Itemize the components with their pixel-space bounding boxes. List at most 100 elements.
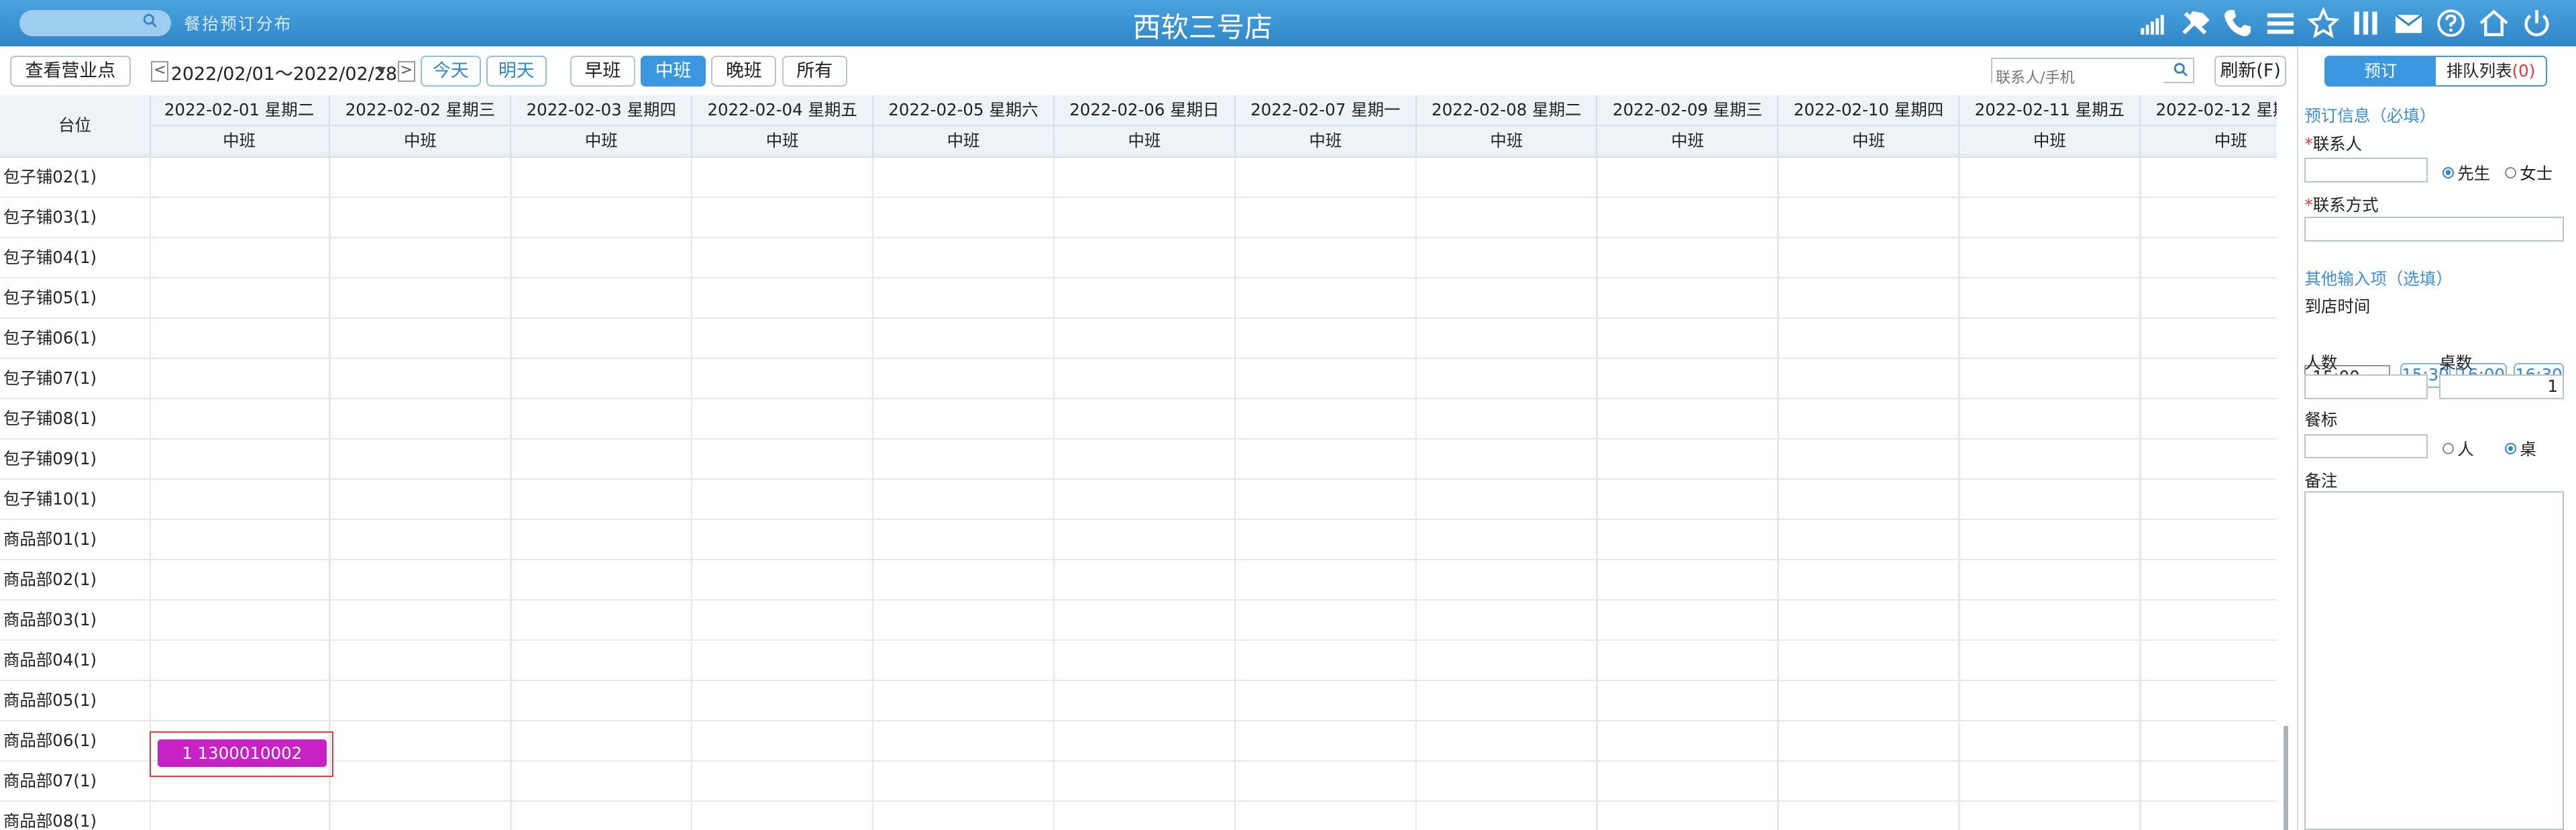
home-icon[interactable] [2477,7,2510,40]
shift-midday-button[interactable]: 中班 [641,56,706,87]
refresh-button[interactable]: 刷新(F) [2214,56,2287,87]
meal-standard-input[interactable] [2304,433,2428,459]
table-label: 包子铺08(1) [3,408,97,428]
tables-input[interactable]: 1 [2439,374,2565,400]
table-label: 包子铺03(1) [3,207,97,227]
table-row[interactable]: 包子铺04(1) [0,238,2277,278]
per-table-radio[interactable]: 桌 [2505,437,2536,460]
contact-method-input[interactable] [2304,217,2565,242]
table-label: 包子铺10(1) [3,488,97,509]
table-label: 商品部05(1) [3,690,97,710]
table-row[interactable]: 包子铺10(1) [0,480,2277,520]
star-icon[interactable] [2306,6,2340,40]
booking-panel: 预订 排队列表(0) 预订信息（必填） *联系人 先生 女士 *联系方式 其他输… [2296,46,2576,830]
next-range-button[interactable]: > [397,60,415,82]
contact-search-field[interactable] [1991,57,2194,89]
per-table-label: 桌 [2520,439,2536,460]
view-points-button[interactable]: 查看营业点 [9,56,131,87]
grid-scrollbar[interactable] [2280,95,2297,830]
table-row[interactable]: 商品部02(1) [0,560,2277,601]
tables-label: 桌数 [2439,352,2473,372]
per-person-radio[interactable]: 人 [2443,437,2474,460]
people-input[interactable] [2304,374,2428,400]
phone-icon[interactable] [2221,7,2254,40]
today-button[interactable]: 今天 [420,56,481,87]
title-mr-label: 先生 [2457,163,2491,183]
remark-label: 备注 [2304,470,2338,490]
grid-line [1415,158,1417,830]
table-row[interactable]: 包子铺08(1) [0,399,2277,439]
arrival-time-label: 到店时间 [2304,297,2371,317]
table-row[interactable]: 商品部01(1) [0,520,2277,560]
grid-line [1053,158,1055,830]
radio-dot [2505,166,2517,179]
remark-textarea[interactable] [2304,491,2565,830]
table-label: 商品部02(1) [3,569,97,589]
table-label: 商品部06(1) [3,730,97,750]
per-person-label: 人 [2457,439,2474,460]
grid-line [1234,158,1236,830]
table-row[interactable]: 包子铺07(1) [0,359,2277,399]
table-row[interactable]: 商品部07(1) [0,762,2277,802]
title-mr-radio[interactable]: 先生 [2443,161,2490,185]
table-row[interactable]: 包子铺03(1) [0,198,2277,238]
chevron-down-icon[interactable] [376,67,386,73]
columns-icon[interactable] [2349,7,2382,40]
grid-line [1596,158,1598,830]
title-ms-radio[interactable]: 女士 [2505,161,2553,185]
grid-body[interactable]: 包子铺02(1) 包子铺03(1) 包子铺04(1) 包子铺05(1) 包子铺06(1)… [0,154,2277,830]
contact-name-input[interactable] [2304,158,2428,183]
optional-section-title: 其他输入项（选填） [2304,268,2453,289]
table-row[interactable]: 商品部06(1) [0,721,2277,762]
table-row[interactable]: 包子铺05(1) [0,278,2277,319]
grid-line [329,158,331,830]
tab-booking[interactable]: 预订 [2325,57,2436,85]
tab-queue[interactable]: 排队列表(0) [2436,57,2546,85]
title-ms-label: 女士 [2520,163,2553,183]
contact-label: *联系人 [2304,132,2362,155]
tomorrow-button[interactable]: 明天 [486,56,547,87]
table-row[interactable]: 商品部03(1) [0,601,2277,641]
table-label: 包子铺09(1) [3,448,97,468]
grid-line [871,158,874,830]
table-row[interactable]: 包子铺06(1) [0,319,2277,359]
date-range-select[interactable]: 2022/02/01～2022/02/28 [171,59,397,85]
contact-method-label-text: 联系方式 [2312,195,2379,215]
tools-icon[interactable] [2179,7,2212,40]
search-icon[interactable] [2174,62,2188,77]
radio-dot [2443,443,2455,455]
table-label: 商品部08(1) [3,811,97,830]
toolbar: 查看营业点 < 2022/02/01～2022/02/28 > 今天 明天 早班… [0,46,2297,96]
reservation-grid: 台位 2022-02-01 星期二 中班 2022-02-02 星期三 中班 2022-… [0,95,2277,830]
help-icon[interactable] [2434,7,2467,40]
signal-icon[interactable] [2136,7,2169,40]
queue-count: (0) [2512,61,2536,81]
booking-chip[interactable]: 1 1300010002 [157,739,327,768]
tab-queue-label: 排队列表 [2446,61,2512,81]
table-row[interactable]: 包子铺02(1) [0,158,2277,198]
table-row[interactable]: 商品部08(1) [0,802,2277,830]
shift-morning-button[interactable]: 早班 [570,56,635,87]
table-label: 商品部07(1) [3,770,97,790]
grid-line [691,158,693,830]
contact-method-label: *联系方式 [2304,193,2378,216]
table-row[interactable]: 包子铺09(1) [0,439,2277,480]
prev-range-button[interactable]: < [151,60,169,82]
store-title: 西软三号店 [1132,11,1273,44]
scrollbar-thumb[interactable] [2284,726,2289,830]
shift-evening-button[interactable]: 晚班 [711,56,777,87]
required-section-title: 预订信息（必填） [2304,106,2436,126]
table-row[interactable] [0,115,2277,156]
contact-search-input[interactable] [1992,67,2163,89]
mail-icon[interactable] [2392,7,2425,40]
table-row[interactable]: 商品部05(1) [0,681,2277,721]
menu-icon[interactable] [2264,7,2297,40]
power-icon[interactable] [2520,7,2553,40]
table-row[interactable]: 商品部04(1) [0,641,2277,681]
table-label: 包子铺02(1) [3,166,97,187]
radio-dot [2443,166,2455,179]
required-mark: * [2304,195,2313,215]
panel-tabs: 预订 排队列表(0) [2324,56,2548,87]
shift-all-button[interactable]: 所有 [782,56,847,87]
selected-booking-cell[interactable]: 1 1300010002 [149,731,334,778]
